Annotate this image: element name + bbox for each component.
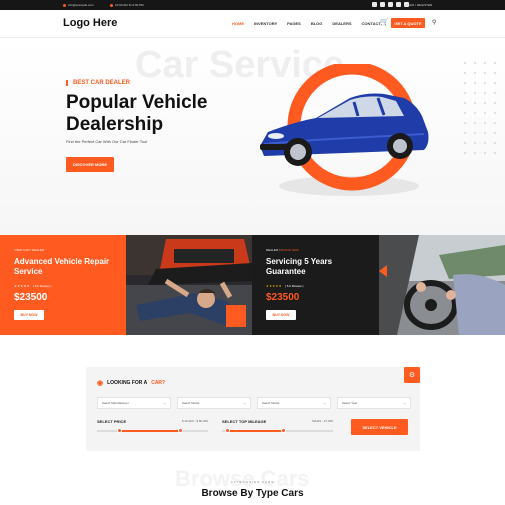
- social-links: [372, 2, 409, 7]
- menu-item-home[interactable]: HOME: [232, 21, 244, 26]
- instagram-icon[interactable]: [396, 2, 401, 7]
- google-icon[interactable]: [388, 2, 393, 7]
- promo-crumb: DEALER / BRAND NEW: [266, 248, 299, 252]
- mileage-range-max-handle[interactable]: [280, 428, 286, 433]
- finder-selects: Select Manufacturer ⌄ Select Model ⌄ Selec…: [97, 397, 411, 409]
- promo-title: Advanced Vehicle Repair Service: [14, 257, 110, 276]
- email-info[interactable]: info@example.com: [63, 3, 94, 7]
- promo-band: USED CAR / DEALER Advanced Vehicle Repai…: [0, 235, 505, 335]
- hours-info: 10:00 AM To 6:00 PM: [110, 3, 144, 7]
- facebook-icon[interactable]: [372, 2, 377, 7]
- promo-card-guarantee: DEALER / BRAND NEW Servicing 5 Years Gua…: [252, 235, 379, 335]
- driver-photo: [379, 235, 505, 335]
- top-bar: info@example.com 10:00 AM To 6:00 PM LOG…: [0, 0, 505, 10]
- buy-now-button[interactable]: BUY NOW: [14, 310, 44, 320]
- promo-price: $23500: [14, 292, 48, 303]
- promo-title: Servicing 5 Years Guarantee: [266, 257, 333, 276]
- price-range-fill: [119, 430, 181, 432]
- mileage-range: SELECT TOP MILEAGE MILES - 47,000: [222, 419, 333, 439]
- buy-now-button[interactable]: BUY NOW: [266, 310, 296, 320]
- star-rating-icon: ★★★★★: [14, 284, 30, 288]
- chevron-down-icon: ⌄: [323, 401, 326, 405]
- promo-reviews: ( 5.0 Review ): [284, 284, 304, 288]
- email-text: info@example.com: [68, 3, 94, 7]
- price-range-label: SELECT PRICE: [97, 419, 127, 424]
- cart-icon[interactable]: 🛒: [380, 19, 389, 26]
- mileage-range-fill: [227, 430, 284, 432]
- price-range: SELECT PRICE $ 40,000 - $ 80,000: [97, 419, 208, 439]
- price-range-value: $ 40,000 - $ 80,000: [181, 419, 208, 423]
- mileage-range-min-handle[interactable]: [225, 428, 231, 433]
- manufacturer-select[interactable]: Select Manufacturer ⌄: [97, 397, 171, 409]
- search-icon[interactable]: ⚲: [432, 19, 436, 26]
- menu-item-blog[interactable]: BLOG: [311, 21, 323, 26]
- price-range-min-handle[interactable]: [116, 428, 122, 433]
- menu-item-dealers[interactable]: DEALERS: [332, 21, 351, 26]
- twitter-icon[interactable]: [380, 2, 385, 7]
- star-rating-icon: ★★★★★: [266, 284, 282, 288]
- clock-icon: [110, 3, 113, 7]
- promo-crumb: USED CAR / DEALER: [14, 248, 45, 252]
- main-menu: HOME INVENTORY PAGES BLOG DEALERS CONTAC…: [232, 21, 381, 26]
- car-finder-panel: ◉ LOOKING FOR A CAR? ⚙ Select Manufactur…: [86, 367, 420, 451]
- model-select[interactable]: Select Model ⌄: [177, 397, 251, 409]
- promo-price: $23500: [266, 292, 300, 303]
- chevron-down-icon: ⌄: [243, 401, 246, 405]
- year-select[interactable]: Select Year ⌄: [337, 397, 411, 409]
- promo-rating: ★★★★★ ( 5.0 Review ): [14, 284, 51, 288]
- categories-kicker: CATEGORIES CARS: [230, 480, 275, 484]
- hero-headline: Popular Vehicle Dealership: [66, 92, 208, 135]
- price-range-max-handle[interactable]: [177, 428, 183, 433]
- mechanic-photo: [126, 235, 252, 335]
- get-a-quote-button[interactable]: GET A QUOTE: [391, 18, 425, 28]
- model-select-2[interactable]: Select Model ⌄: [257, 397, 331, 409]
- menu-item-pages[interactable]: PAGES: [287, 21, 301, 26]
- hero-car-image: [260, 64, 429, 196]
- select-vehicle-button[interactable]: SELECT VEHICLE: [351, 419, 408, 435]
- hero-section: Car Service BEST CAR DEALER Popular Vehi…: [0, 38, 505, 235]
- chevron-down-icon: ⌄: [163, 401, 166, 405]
- hero-subline: Find the Perfect Car With Our Car Finder…: [66, 139, 148, 144]
- main-navbar: Logo Here HOME INVENTORY PAGES BLOG DEAL…: [0, 10, 505, 38]
- filter-icon[interactable]: ⚙: [404, 367, 420, 383]
- chevron-down-icon: ⌄: [403, 401, 406, 405]
- car-icon: ◉: [97, 380, 104, 387]
- login-link[interactable]: LOGIN / REGISTER: [405, 3, 432, 7]
- promo-rating: ★★★★★ ( 5.0 Review ): [266, 284, 303, 288]
- finder-ranges: SELECT PRICE $ 40,000 - $ 80,000 SELECT …: [97, 419, 333, 439]
- finder-title: ◉ LOOKING FOR A CAR?: [97, 380, 166, 387]
- dot-pattern: [460, 58, 500, 158]
- logo[interactable]: Logo Here: [63, 17, 117, 29]
- mileage-range-value: MILES - 47,000: [312, 419, 333, 423]
- page: info@example.com 10:00 AM To 6:00 PM LOG…: [0, 0, 505, 505]
- promo-reviews: ( 5.0 Review ): [32, 284, 52, 288]
- categories-title: Browse By Type Cars: [201, 488, 304, 499]
- menu-item-contact[interactable]: CONTACT: [362, 21, 381, 26]
- mileage-range-label: SELECT TOP MILEAGE: [222, 419, 267, 424]
- hours-text: 10:00 AM To 6:00 PM: [115, 3, 144, 7]
- menu-item-inventory[interactable]: INVENTORY: [254, 21, 277, 26]
- discover-more-button[interactable]: DISCOVER MORE: [66, 157, 114, 172]
- hero-tag: BEST CAR DEALER: [66, 80, 130, 86]
- mail-icon: [63, 3, 66, 7]
- promo-card-repair: USED CAR / DEALER Advanced Vehicle Repai…: [0, 235, 126, 335]
